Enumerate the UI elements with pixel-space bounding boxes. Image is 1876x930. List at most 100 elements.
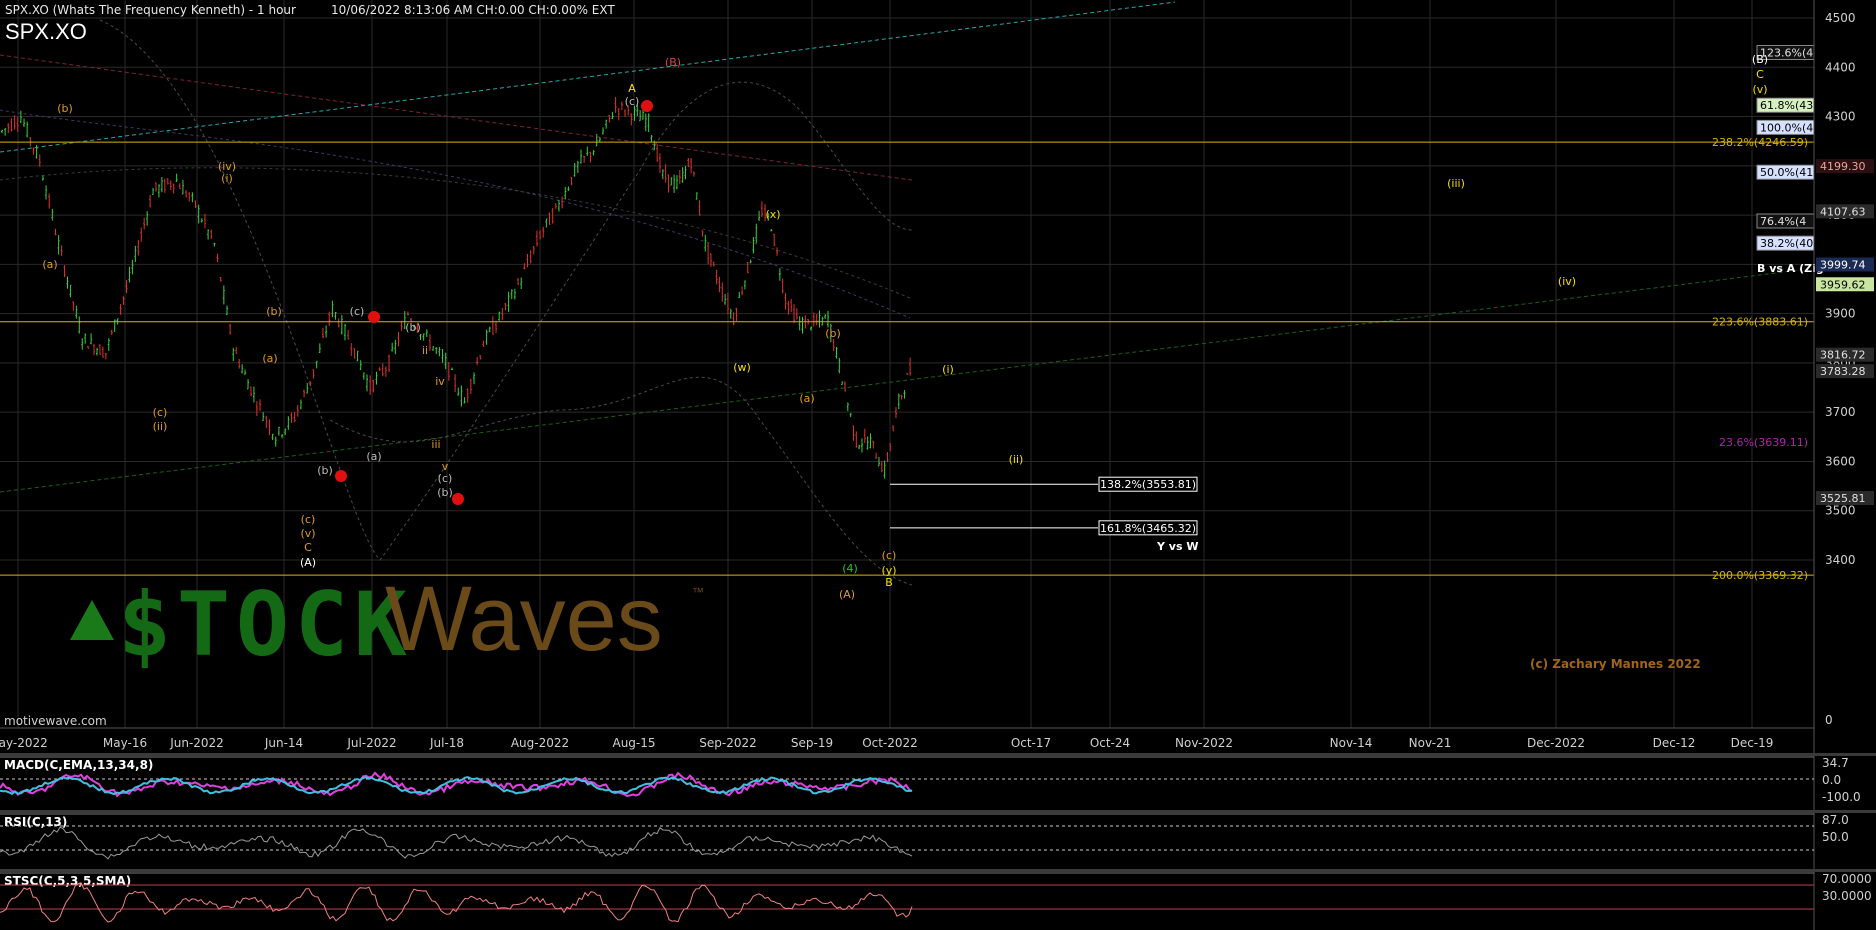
date-tick-label: Sep-2022 [699,736,757,750]
chart-title: SPX.XO (Whats The Frequency Kenneth) - 1… [5,3,296,17]
price-marker-label: 3525.81 [1820,492,1866,505]
wave-label: (i) [221,172,233,185]
target-box-label: 61.8%(43 [1760,99,1813,112]
wave-label: v [442,460,449,473]
price-marker-label: 3999.74 [1820,258,1866,271]
indicator-tick: 70.0000 [1822,872,1872,886]
wave-label: (B) [1752,53,1768,66]
wave-label: B [885,576,893,589]
alert-icon [335,470,347,482]
target-box-label: 76.4%(4 [1760,215,1806,228]
alert-icon [641,100,653,112]
indicator-title: STSC(C,5,3,5,SMA) [4,874,131,888]
date-tick-label: Oct-2022 [862,736,918,750]
wave-label: (c) [882,549,897,562]
indicator-tick: 87.0 [1822,813,1849,827]
wave-label: C [1756,68,1764,81]
wave-label: (B) [665,56,681,69]
wave-label: (a) [799,392,814,405]
alert-icon [452,493,464,505]
indicator-tick: 50.0 [1822,830,1849,844]
fib-level-label: 238.2%(4246.59) [1712,136,1808,149]
symbol-label: SPX.XO [5,19,87,44]
wave-label: (c) [153,406,168,419]
wave-label: (b) [57,102,73,115]
panel-separator [0,753,1876,756]
wave-label: (A) [300,556,316,569]
wave-label: (ii) [153,420,168,433]
chart-window: $TOCK Waves ™ 238.2%(4246.59) 223.6%(3883… [0,0,1876,930]
price-tick-label: 4400 [1825,60,1856,74]
wave-label: (iii) [1447,177,1465,190]
wave-label: (c) [350,305,365,318]
wave-label: ii [422,344,428,357]
date-tick-label: Jun-14 [264,736,303,750]
date-tick-label: Sep-19 [791,736,833,750]
wave-label: (A) [839,588,855,601]
target-box-label: 100.0%(4 [1760,121,1813,134]
date-tick-label: Nov-2022 [1175,736,1233,750]
indicator-title: MACD(C,EMA,13,34,8) [4,758,153,772]
panel-separator [0,869,1876,872]
price-marker-label: 4107.63 [1820,205,1866,218]
wave-label: (a) [42,258,57,271]
price-tick-label: 3900 [1825,307,1856,321]
wave-label: (c) [625,95,640,108]
wave-label: (b) [405,321,421,334]
wave-label: (x) [765,208,780,221]
chart-background [0,0,1876,930]
price-tick-label: 3500 [1825,504,1856,518]
date-tick-label: Oct-17 [1011,736,1051,750]
price-tick-label: 3400 [1825,553,1856,567]
wave-label: (v) [300,527,315,540]
watermark-stock: $TOCK [118,573,413,676]
date-tick-label: Oct-24 [1090,736,1130,750]
wave-label: C [304,541,312,554]
watermark-tm: ™ [692,585,704,599]
wave-label: (a) [262,352,277,365]
fib-box-label: 161.8%(3465.32) [1100,522,1196,535]
date-tick-label: Aug-2022 [511,736,569,750]
fib-level-label: 223.6%(3883.61) [1712,316,1808,329]
date-tick-label: Dec-19 [1731,736,1774,750]
wave-label: (b) [266,305,282,318]
price-tick-label: 3600 [1825,454,1856,468]
price-tick-label: 4500 [1825,11,1856,25]
date-tick-label: Jun-2022 [169,736,224,750]
wave-label: (c) [301,513,316,526]
price-marker-label: 3816.72 [1820,349,1866,362]
wave-label: (c) [438,472,453,485]
date-tick-label: Nov-21 [1409,736,1452,750]
price-tick-label: 3700 [1825,405,1856,419]
fib-23-label: 23.6%(3639.11) [1719,436,1808,449]
date-tick-label: Nov-14 [1330,736,1373,750]
wave-label: (w) [733,361,751,374]
date-tick-label: Jul-2022 [346,736,396,750]
date-tick-label: May-16 [103,736,147,750]
wave-label: (iv) [1558,275,1576,288]
stockwaves-watermark: $TOCK Waves ™ [70,568,704,676]
price-tick-zero: 0 [1825,713,1833,727]
price-tick-label: 4300 [1825,110,1856,124]
source-label: motivewave.com [4,714,107,728]
y-vs-w-label: Y vs W [1156,540,1198,553]
wave-label: (4) [842,562,858,575]
wave-label: (b) [437,486,453,499]
wave-label: A [628,82,636,95]
wave-label: (b) [825,327,841,340]
indicator-tick: 34.7 [1822,756,1849,770]
indicator-title: RSI(C,13) [4,815,67,829]
date-tick-label: Jul-18 [429,736,464,750]
indicator-tick: 0.0 [1822,773,1841,787]
watermark-waves: Waves [385,568,663,670]
price-chart[interactable]: $TOCK Waves ™ 238.2%(4246.59) 223.6%(3883… [0,0,1876,930]
wave-label: (ii) [1009,453,1024,466]
wave-label: iii [431,438,440,451]
price-marker-label: 4199.30 [1820,160,1866,173]
fib-box-label: 138.2%(3553.81) [1100,478,1196,491]
indicator-tick: 30.0000 [1822,889,1872,903]
target-box-label: 50.0%(41 [1760,166,1813,179]
date-tick-label: May-2022 [0,736,48,750]
alert-icon [368,311,380,323]
date-tick-label: Dec-12 [1653,736,1696,750]
